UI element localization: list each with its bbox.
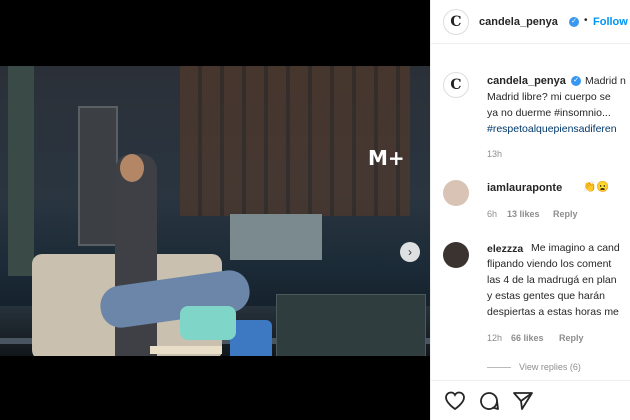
verified-icon: ✓ bbox=[569, 17, 579, 27]
comment-username[interactable]: elezzza bbox=[487, 243, 523, 255]
reply-button[interactable]: Reply bbox=[553, 209, 578, 219]
stool bbox=[150, 346, 222, 354]
comment-text: 👏😦 bbox=[583, 181, 610, 193]
chalk-cabinet bbox=[276, 294, 426, 356]
comment-line-4: y estas gentes que harán bbox=[487, 290, 605, 302]
performer-top bbox=[180, 306, 236, 340]
blue-pillow bbox=[230, 320, 272, 356]
heart-icon[interactable] bbox=[443, 389, 467, 413]
comment-time[interactable]: 6h bbox=[487, 209, 497, 219]
follow-button[interactable]: Follow bbox=[593, 16, 628, 28]
caption-line-2: Madrid libre? mi cuerpo se bbox=[487, 91, 611, 103]
host-head bbox=[120, 154, 144, 182]
channel-logo: M+ bbox=[368, 146, 405, 170]
author-username[interactable]: candela_penya bbox=[479, 16, 558, 28]
comment-likes[interactable]: 13 likes bbox=[507, 209, 540, 219]
comment-likes[interactable]: 66 likes bbox=[511, 333, 544, 343]
reply-button[interactable]: Reply bbox=[559, 333, 584, 343]
caption-line-1: Madrid n bbox=[585, 75, 626, 87]
comment-avatar[interactable] bbox=[443, 242, 469, 268]
caption-verified-icon: ✓ bbox=[571, 76, 581, 86]
comment-line-5: despiertas a estas horas me bbox=[487, 306, 619, 318]
action-bar bbox=[431, 380, 630, 420]
post-media[interactable]: M+ › bbox=[0, 0, 430, 420]
view-replies-button[interactable]: View replies (6) bbox=[487, 362, 581, 372]
video-frame[interactable]: M+ › bbox=[0, 66, 430, 356]
graffiti-trunk bbox=[230, 214, 322, 260]
next-arrow-icon[interactable]: › bbox=[400, 242, 420, 262]
view-replies-label: View replies (6) bbox=[519, 362, 581, 372]
comment-line-1: Me imagino a cand bbox=[531, 242, 620, 254]
caption-avatar[interactable]: C bbox=[443, 72, 469, 98]
comment-username[interactable]: iamlauraponte bbox=[487, 182, 562, 194]
author-avatar[interactable]: C bbox=[443, 9, 469, 35]
set-door bbox=[78, 106, 118, 246]
caption-line-3: ya no duerme #insomnio... bbox=[487, 107, 611, 119]
comment-line-2: flipando viendo los coment bbox=[487, 258, 612, 270]
replies-divider bbox=[487, 367, 511, 369]
comment-line-3: las 4 de la madrugá en plan bbox=[487, 274, 617, 286]
set-pillar bbox=[8, 66, 34, 276]
comment-icon[interactable] bbox=[477, 389, 501, 413]
post-side-panel: C candela_penya ✓ • Follow C candela_pen… bbox=[430, 0, 630, 420]
caption-hashtags[interactable]: #respetoalquepiensadiferen bbox=[487, 122, 630, 136]
set-backdrop bbox=[180, 66, 410, 216]
comment-time[interactable]: 12h bbox=[487, 333, 502, 343]
caption-username[interactable]: candela_penya bbox=[487, 75, 566, 87]
post-header: C candela_penya ✓ • Follow bbox=[431, 0, 630, 44]
share-icon[interactable] bbox=[511, 389, 535, 413]
separator-dot: • bbox=[584, 15, 588, 26]
caption-time[interactable]: 13h bbox=[487, 149, 502, 159]
comment-avatar[interactable] bbox=[443, 180, 469, 206]
